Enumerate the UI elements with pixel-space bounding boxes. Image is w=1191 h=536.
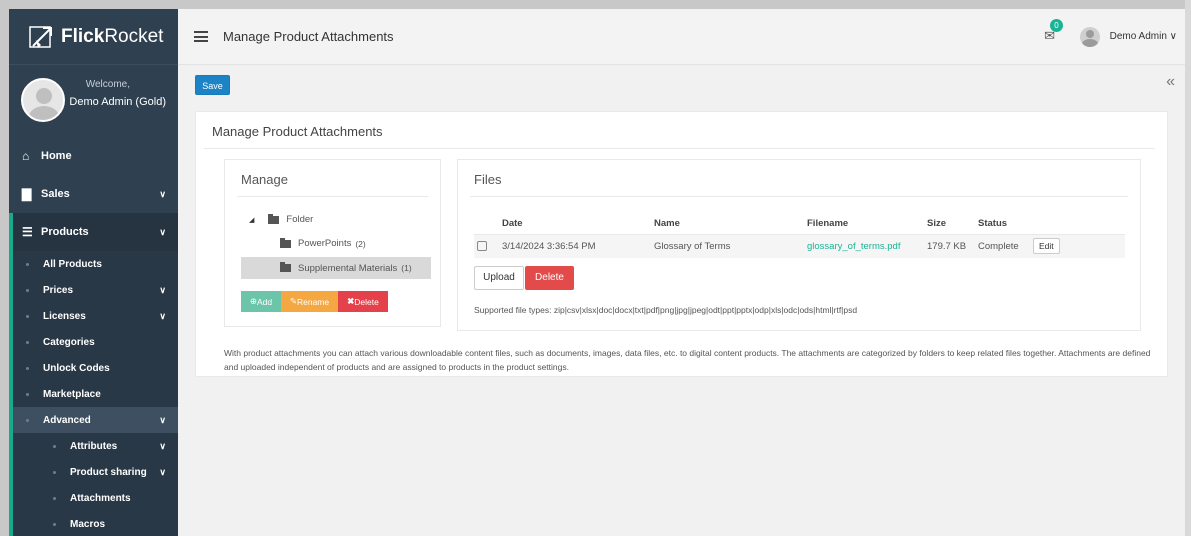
files-table: Date Name Filename Size Status 3/14/2024… <box>474 213 1125 258</box>
page-title: Manage Product Attachments <box>223 29 394 44</box>
sidebar-item-attributes[interactable]: Attributes ∨ <box>13 433 178 459</box>
close-icon: ✖ <box>347 296 355 306</box>
col-name[interactable]: Name <box>654 213 807 235</box>
save-button[interactable]: Save <box>195 75 230 95</box>
sidebar-item-prices[interactable]: Prices ∨ <box>13 277 178 303</box>
list-icon: ☰ <box>22 225 33 239</box>
delete-file-button[interactable]: Delete <box>525 266 574 290</box>
sidebar-item-licenses[interactable]: Licenses ∨ <box>13 303 178 329</box>
welcome-user: Demo Admin (Gold) <box>69 96 166 108</box>
upload-button[interactable]: Upload <box>474 266 524 290</box>
welcome-panel: Welcome, Demo Admin (Gold) <box>9 65 178 137</box>
files-panel: Files Date Name Filename Size Status 3/1… <box>457 159 1141 331</box>
table-row[interactable]: 3/14/2024 3:36:54 PM Glossary of Terms g… <box>474 234 1125 258</box>
table-header: Date Name Filename Size Status <box>474 213 1125 235</box>
folder-actions: ⊕ Add ✎ Rename ✖ Delete <box>241 291 388 312</box>
supported-file-types: Supported file types: zip|csv|xlsx|doc|d… <box>474 305 858 315</box>
sidebar-item-attachments[interactable]: Attachments <box>13 485 178 511</box>
files-title: Files <box>474 172 502 187</box>
col-size[interactable]: Size <box>927 213 978 235</box>
cell-name: Glossary of Terms <box>654 234 807 258</box>
folder-icon <box>280 237 291 248</box>
sidebar-item-sales[interactable]: ▇ Sales ∨ <box>9 175 178 213</box>
home-icon: ⌂ <box>22 149 30 163</box>
chevron-down-icon: ∨ <box>159 284 166 295</box>
chevron-down-icon: ∨ <box>159 414 166 425</box>
sidebar-item-label: Sales <box>41 188 70 200</box>
folder-icon <box>268 213 280 224</box>
chevron-down-icon: ∨ <box>159 466 166 477</box>
edit-button[interactable]: Edit <box>1033 238 1060 255</box>
avatar[interactable] <box>21 78 65 122</box>
sidebar-item-home[interactable]: ⌂ Home <box>9 137 178 175</box>
divider <box>237 196 428 197</box>
sidebar-item-label: Products <box>41 226 89 238</box>
sidebar-item-marketplace[interactable]: Marketplace <box>13 381 178 407</box>
sidebar-item-products[interactable]: ☰ Products ∨ <box>9 213 178 251</box>
cell-date: 3/14/2024 3:36:54 PM <box>502 234 654 258</box>
col-status[interactable]: Status <box>978 213 1033 235</box>
sidebar-item-macros[interactable]: Macros <box>13 511 178 536</box>
sidebar: FlickRocket Welcome, Demo Admin (Gold) ⌂… <box>9 9 178 536</box>
collapse-panel-icon[interactable]: « <box>1166 73 1175 91</box>
sidebar-item-categories[interactable]: Categories <box>13 329 178 355</box>
sidebar-item-unlock-codes[interactable]: Unlock Codes <box>13 355 178 381</box>
description-text: With product attachments you can attach … <box>224 348 1151 372</box>
welcome-greeting: Welcome, <box>85 79 130 90</box>
manage-panel: Manage ◢ Folder PowerPoints (2) Supplemen… <box>224 159 441 327</box>
add-folder-button[interactable]: ⊕ Add <box>241 291 281 312</box>
products-submenu: All Products Prices ∨ Licenses ∨ Categorie… <box>9 251 178 536</box>
delete-folder-button[interactable]: ✖ Delete <box>338 291 388 312</box>
user-avatar[interactable] <box>1080 27 1100 47</box>
top-bar: Manage Product Attachments ✉ 0 Demo Admi… <box>178 9 1185 65</box>
chevron-down-icon: ∨ <box>159 440 166 451</box>
sidebar-item-product-sharing[interactable]: Product sharing ∨ <box>13 459 178 485</box>
brand-name: FlickRocket <box>61 25 164 47</box>
tree-root-folder[interactable]: ◢ Folder <box>249 213 313 225</box>
collapse-triangle-icon[interactable]: ◢ <box>249 216 254 224</box>
tree-folder-powerpoints[interactable]: PowerPoints (2) <box>280 237 366 249</box>
sidebar-item-all-products[interactable]: All Products <box>13 251 178 277</box>
hamburger-menu-icon[interactable] <box>194 31 208 42</box>
col-date[interactable]: Date <box>502 213 654 235</box>
scrollbar[interactable] <box>1185 0 1191 536</box>
divider <box>204 148 1155 149</box>
bar-chart-icon: ▇ <box>22 187 32 201</box>
app-frame: FlickRocket Welcome, Demo Admin (Gold) ⌂… <box>9 9 1185 536</box>
divider <box>470 196 1128 197</box>
manage-title: Manage <box>241 172 288 187</box>
user-menu[interactable]: Demo Admin ∨ <box>1110 31 1177 42</box>
sidebar-item-label: Home <box>41 150 72 162</box>
cell-status: Complete <box>978 234 1033 258</box>
row-checkbox[interactable] <box>477 241 487 252</box>
sidebar-item-advanced[interactable]: Advanced ∨ <box>13 407 178 433</box>
col-filename[interactable]: Filename <box>807 213 927 235</box>
pencil-icon: ✎ <box>289 296 297 306</box>
logo[interactable]: FlickRocket <box>9 9 178 65</box>
folder-icon <box>280 262 291 272</box>
chevron-down-icon: ∨ <box>1169 31 1177 42</box>
cell-filename[interactable]: glossary_of_terms.pdf <box>807 234 927 258</box>
chevron-down-icon: ∨ <box>159 310 166 321</box>
tree-folder-supplemental[interactable]: Supplemental Materials (1) <box>241 257 431 279</box>
plus-icon: ⊕ <box>249 296 257 306</box>
notification-badge: 0 <box>1050 19 1063 32</box>
chevron-down-icon: ∨ <box>159 226 166 237</box>
rocket-icon <box>29 25 52 48</box>
chevron-down-icon: ∨ <box>159 188 166 199</box>
main-card: Manage Product Attachments Manage ◢ Fold… <box>195 111 1168 377</box>
card-title: Manage Product Attachments <box>212 124 383 139</box>
cell-size: 179.7 KB <box>927 234 978 258</box>
rename-folder-button[interactable]: ✎ Rename <box>281 291 338 312</box>
